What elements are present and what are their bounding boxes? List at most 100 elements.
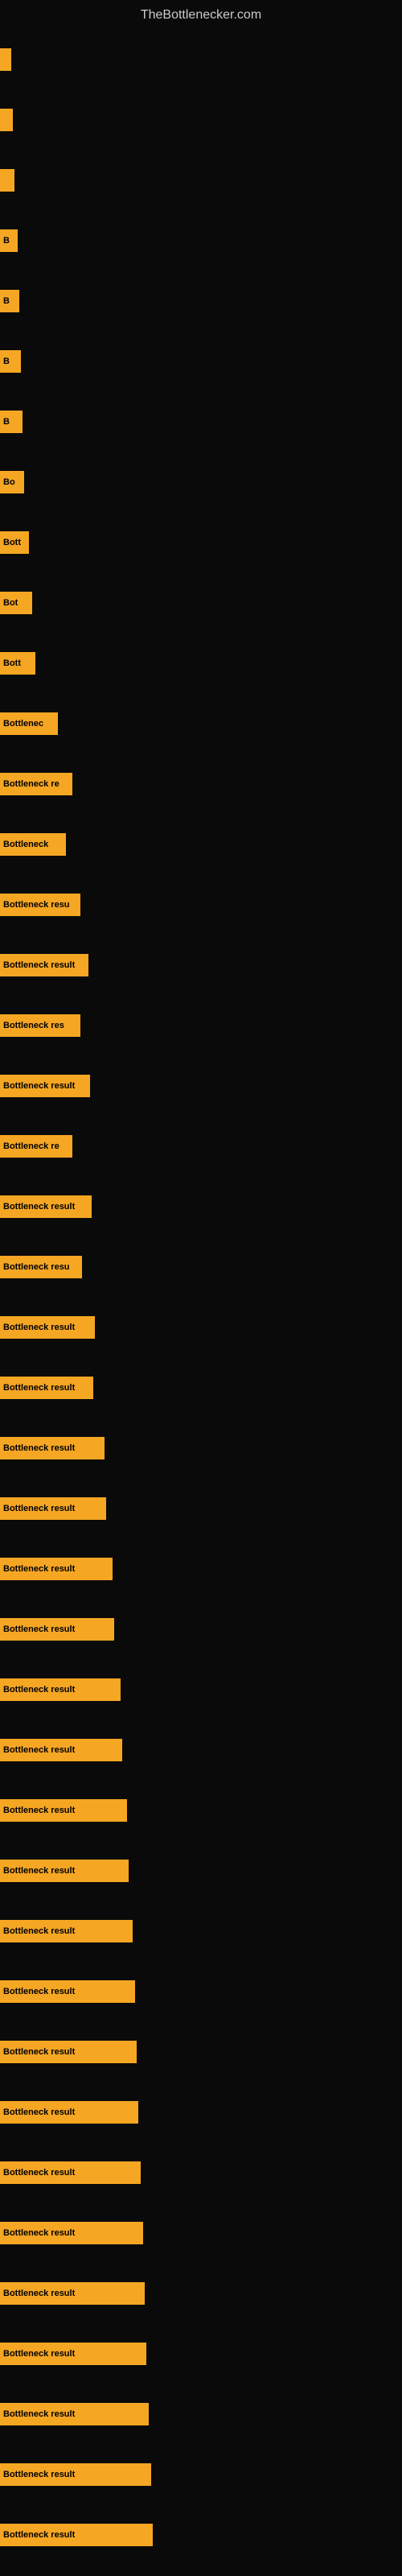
bar: Bot [0, 592, 32, 614]
bar-item: Bottleneck result [0, 1618, 114, 1641]
bar-label: Bottleneck result [3, 2349, 75, 2359]
bar-label: B [3, 357, 10, 366]
chart-area: TheBottlenecker.com BBBBBoBottBotBottBot… [0, 0, 402, 2576]
bar-item: Bottleneck result [0, 2524, 153, 2546]
bar-label: Bottleneck result [3, 1926, 75, 1936]
bar-label: Bo [3, 477, 15, 487]
bar: Bottleneck result [0, 2403, 149, 2425]
bar: Bottleneck result [0, 1860, 129, 1882]
bar: Bottleneck result [0, 1799, 127, 1822]
bar-item: Bottleneck result [0, 954, 88, 976]
bar-label: Bottleneck result [3, 960, 75, 970]
bar-label: Bottleneck result [3, 2409, 75, 2419]
bar-label: Bott [3, 538, 21, 547]
bar-item: Bot [0, 592, 32, 614]
bar-label: Bottleneck re [3, 779, 59, 789]
bar-label: Bott [3, 658, 21, 668]
bar-label: Bottleneck resu [3, 1262, 70, 1272]
bar-item: B [0, 411, 23, 433]
bar-label: Bottleneck res [3, 1021, 64, 1030]
bar-item: Bottleneck result [0, 1195, 92, 1218]
bar-item: Bottlenec [0, 712, 58, 735]
bar-label: Bottleneck result [3, 2289, 75, 2298]
bar: Bottleneck res [0, 1014, 80, 1037]
bar-label: Bottleneck result [3, 2470, 75, 2479]
bar-label: Bottleneck result [3, 2047, 75, 2057]
bar: Bottleneck result [0, 2041, 137, 2063]
bar-item: B [0, 290, 19, 312]
bar: Bottleneck result [0, 1739, 122, 1761]
bar-item: Bottleneck result [0, 2041, 137, 2063]
bar-label: Bottleneck result [3, 2228, 75, 2238]
bar-item: Bottleneck result [0, 1920, 133, 1942]
bar-item: Bottleneck resu [0, 894, 80, 916]
bar-item: Bottleneck result [0, 1377, 93, 1399]
bar-item: B [0, 350, 21, 373]
bar: Bottleneck resu [0, 894, 80, 916]
bar-item [0, 109, 13, 131]
bar-item: Bottleneck result [0, 1860, 129, 1882]
bar-item: Bottleneck result [0, 1075, 90, 1097]
bar-item: Bottleneck result [0, 1739, 122, 1761]
bar: B [0, 290, 19, 312]
bar-label: Bottleneck result [3, 1745, 75, 1755]
bar-label: Bottlenec [3, 719, 43, 729]
bar-label: Bottleneck result [3, 2107, 75, 2117]
bar: Bottleneck result [0, 1618, 114, 1641]
bar: Bo [0, 471, 24, 493]
bar-label: B [3, 236, 10, 246]
bar: Bottleneck [0, 833, 66, 856]
bar-item: Bottleneck result [0, 1980, 135, 2003]
bar-item: Bottleneck result [0, 1558, 113, 1580]
bar-label: B [3, 296, 10, 306]
bar: Bottleneck result [0, 2101, 138, 2124]
bar: B [0, 350, 21, 373]
bar-item [0, 169, 14, 192]
bar-label: Bottleneck result [3, 1383, 75, 1393]
bar-item: Bottleneck result [0, 2403, 149, 2425]
bar: Bottleneck result [0, 2343, 146, 2365]
bar-item: Bottleneck result [0, 1799, 127, 1822]
bar: B [0, 229, 18, 252]
bar: Bottleneck re [0, 1135, 72, 1158]
bar-label: Bottleneck result [3, 1624, 75, 1634]
bar-item: Bottleneck result [0, 2463, 151, 2486]
bar: B [0, 411, 23, 433]
bar: Bottleneck result [0, 1316, 95, 1339]
bar-item: Bottleneck result [0, 1497, 106, 1520]
bar: Bottleneck result [0, 2463, 151, 2486]
bar: Bottleneck result [0, 2161, 141, 2184]
bar-label: B [3, 417, 10, 427]
bar: Bottleneck result [0, 1558, 113, 1580]
bar [0, 169, 14, 192]
bar-label: Bottleneck result [3, 1504, 75, 1513]
bar-label: Bottleneck result [3, 2168, 75, 2178]
bar-label: Bottleneck result [3, 1806, 75, 1815]
bar-label: Bottleneck result [3, 1443, 75, 1453]
bar: Bottleneck re [0, 773, 72, 795]
bar-item: Bottleneck re [0, 1135, 72, 1158]
bar [0, 48, 11, 71]
bar-item: Bottleneck resu [0, 1256, 82, 1278]
bar-item [0, 48, 11, 71]
bar-label: Bottleneck re [3, 1141, 59, 1151]
bar: Bottleneck result [0, 1377, 93, 1399]
bar-item: Bottleneck result [0, 1678, 121, 1701]
bar: Bottleneck result [0, 1920, 133, 1942]
bar [0, 109, 13, 131]
bar-item: Bo [0, 471, 24, 493]
bar: Bottleneck result [0, 2222, 143, 2244]
bar-item: Bott [0, 531, 29, 554]
bar-label: Bot [3, 598, 18, 608]
bar-item: Bottleneck result [0, 1437, 105, 1459]
bar-item: Bottleneck result [0, 2161, 141, 2184]
bar-item: Bottleneck res [0, 1014, 80, 1037]
bar-label: Bottleneck result [3, 1866, 75, 1876]
bar-item: B [0, 229, 18, 252]
bar: Bottleneck resu [0, 1256, 82, 1278]
bar-item: Bottleneck result [0, 2282, 145, 2305]
bar: Bottleneck result [0, 2282, 145, 2305]
bar: Bott [0, 531, 29, 554]
bar-label: Bottleneck result [3, 1323, 75, 1332]
bar-label: Bottleneck resu [3, 900, 70, 910]
